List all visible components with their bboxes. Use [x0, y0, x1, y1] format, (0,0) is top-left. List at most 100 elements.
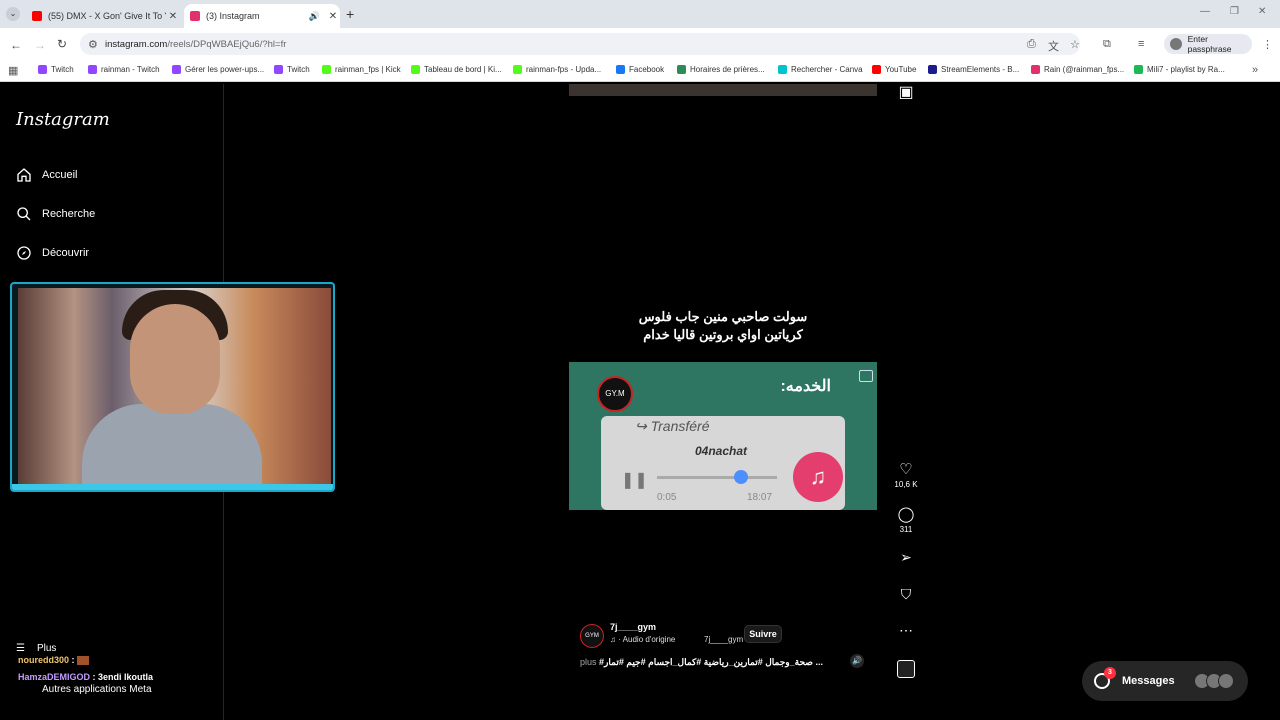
messages-label: Messages [1122, 675, 1175, 687]
tab-search-icon[interactable]: ⌄ [6, 7, 20, 21]
window-close-icon[interactable]: ✕ [1258, 6, 1266, 17]
chat-user: HamzaDEMIGOD [18, 672, 91, 682]
bookmark-item[interactable]: Tableau de bord | Ki... [411, 65, 502, 74]
instagram-logo[interactable]: Instagram [16, 109, 110, 130]
minimize-icon[interactable]: — [1200, 6, 1210, 17]
pause-icon: ❚❚ [621, 472, 648, 489]
menu-icon[interactable]: ⋮ [1262, 38, 1273, 51]
forward-icon[interactable]: → [34, 38, 46, 52]
bookmark-item[interactable]: Twitch [274, 65, 310, 74]
bookmark-star-icon[interactable]: ☆ [1070, 38, 1080, 51]
chat-message: nouredd300 : [18, 655, 90, 666]
messages-badge: 3 [1104, 667, 1116, 679]
forwarded-label: ↪ Transféré [635, 418, 710, 434]
save-icon[interactable]: ⛉ [894, 586, 918, 603]
close-icon[interactable]: ✕ [326, 11, 340, 22]
messages-button[interactable]: 3 Messages [1082, 661, 1248, 701]
follow-button[interactable]: Suivre [744, 625, 782, 643]
more-options-icon[interactable]: ⋯ [894, 622, 918, 639]
bookmark-label: rainman-fps - Upda... [526, 65, 602, 74]
audio-thumbnail[interactable] [897, 660, 915, 678]
video-title: الخدمه: [780, 378, 831, 395]
author-name[interactable]: 7j____gym [610, 622, 656, 632]
caption-line: سولت صاحبي منين جاب فلوس [638, 309, 808, 324]
tab-title: (3) Instagram [206, 11, 260, 21]
bookmark-item[interactable]: YouTube [872, 65, 916, 74]
audio-label: · Audio d'origine [618, 635, 676, 644]
bookmark-item[interactable]: StreamElements - B... [928, 65, 1019, 74]
music-note-icon: ♫ [793, 452, 843, 502]
back-icon[interactable]: ← [10, 38, 22, 52]
nav-home[interactable]: Accueil [16, 167, 77, 183]
reload-icon[interactable]: ↻ [57, 37, 67, 51]
volume-icon[interactable]: 🔊 [850, 654, 864, 668]
bookmark-favicon-icon [1031, 65, 1040, 74]
streamer-face [130, 304, 220, 414]
reel-caption: سولت صاحبي منين جاب فلوس كرياتين اواي بر… [569, 308, 877, 344]
comment-count: 311 [899, 525, 913, 534]
extensions-icon[interactable]: ⧉ [1103, 38, 1111, 51]
caption-line: كرياتين اواي بروتين قاليا خدام [643, 327, 803, 342]
bookmark-item[interactable]: rainman-fps - Upda... [513, 65, 601, 74]
reel-thumbnail-top[interactable]: ▣ [894, 82, 918, 102]
close-icon[interactable]: ✕ [166, 11, 180, 22]
bookmark-label: Rechercher - Canva [791, 65, 863, 74]
bookmark-item[interactable]: Mili7 - playlist by Ra... [1134, 65, 1225, 74]
bookmark-label: Facebook [629, 65, 665, 74]
bookmark-favicon-icon [172, 65, 181, 74]
media-icon[interactable]: ≡ [1138, 38, 1144, 50]
bookmark-item[interactable]: Rain (@rainman_fps... [1031, 65, 1124, 74]
share-icon[interactable]: ➢ [894, 549, 918, 566]
tab-instagram[interactable]: (3) Instagram 🔊 ✕ [184, 4, 340, 28]
author-avatar[interactable]: GYM [580, 624, 604, 648]
translate-icon[interactable]: 文 [1048, 38, 1059, 54]
nav-explore[interactable]: Découvrir [16, 245, 89, 261]
audio-tag[interactable]: 7j____gym [704, 635, 743, 644]
bookmark-favicon-icon [677, 65, 686, 74]
reel-hashtags[interactable]: plus #صحة_وجمال #تمارين_رياضية #كمال_اجس… [580, 657, 823, 668]
audio-info[interactable]: ♫ · Audio d'origine [610, 635, 675, 644]
more-link[interactable]: plus [580, 657, 597, 667]
bookmark-favicon-icon [778, 65, 787, 74]
meta-apps[interactable]: Autres applications Meta [42, 684, 152, 695]
bookmark-item[interactable]: Gérer les power-ups... [172, 65, 264, 74]
bookmark-item[interactable]: Facebook [616, 65, 664, 74]
bookmark-item[interactable]: Rechercher - Canva [778, 65, 863, 74]
bookmark-favicon-icon [872, 65, 881, 74]
nav-more[interactable]: ☰ Plus [16, 643, 56, 654]
site-info-icon[interactable]: ⚙ [88, 38, 98, 51]
restore-icon[interactable]: ❐ [1230, 6, 1239, 17]
install-icon[interactable]: ⎙ [1027, 38, 1036, 51]
emote-icon [77, 656, 90, 666]
search-icon [17, 207, 31, 221]
nav-more-label: Plus [36, 643, 57, 654]
tab-title: (55) DMX - X Gon' Give It To Ya [48, 11, 166, 21]
bookmark-item[interactable]: rainman - Twitch [88, 65, 160, 74]
speaker-icon[interactable]: 🔊 [309, 11, 320, 22]
bookmark-label: rainman - Twitch [101, 65, 160, 74]
passphrase-button[interactable]: Enter passphrase [1164, 34, 1252, 54]
webcam-overlay [10, 282, 335, 492]
bookmark-item[interactable]: Horaires de prières... [677, 65, 765, 74]
url-text[interactable]: instagram.com/reels/DPqWBAEjQu6/?hl=fr [105, 39, 286, 50]
gym-logo: GY.M [597, 376, 633, 412]
bookmark-label: Rain (@rainman_fps... [1044, 65, 1125, 74]
bookmark-item[interactable]: rainman_fps | Kick [322, 65, 401, 74]
bookmark-item[interactable]: Twitch [38, 65, 74, 74]
apps-icon[interactable]: ▦ [8, 64, 18, 77]
tab-youtube[interactable]: (55) DMX - X Gon' Give It To Ya ✕ [26, 4, 180, 28]
like-button[interactable]: ♡ 10,6 K [894, 460, 918, 489]
bookmark-label: Tableau de bord | Ki... [424, 65, 502, 74]
reel-video[interactable]: الخدمه: GY.M ↪ Transféré 04nachat ❚❚ 0:0… [569, 362, 877, 510]
bookmark-label: YouTube [885, 65, 917, 74]
cast-icon[interactable] [859, 370, 873, 382]
bookmark-label: Twitch [51, 65, 74, 74]
time-start: 0:05 [657, 492, 677, 503]
comment-button[interactable]: ◯ 311 [894, 505, 918, 534]
nav-search[interactable]: Recherche [16, 206, 95, 222]
more-bookmarks-icon[interactable]: » [1252, 64, 1258, 76]
chat-message: HamzaDEMIGOD : 3endi lkoutla [18, 672, 153, 682]
new-tab-icon[interactable]: + [346, 6, 354, 22]
nav-explore-label: Découvrir [42, 247, 90, 259]
url-host: instagram.com [105, 39, 168, 50]
